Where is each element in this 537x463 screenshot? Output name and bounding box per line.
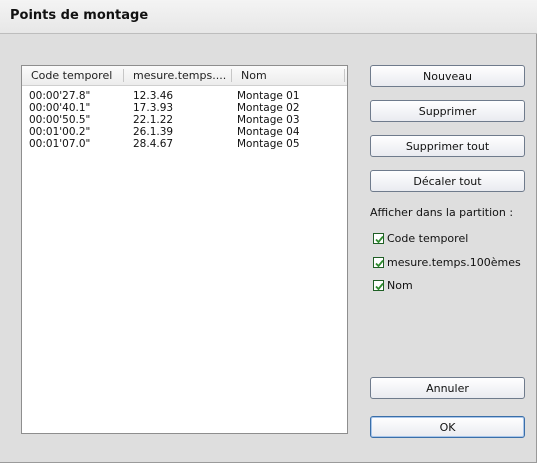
checkbox-box[interactable]: [373, 232, 384, 244]
checkmark-icon: [375, 235, 384, 243]
column-separator: [344, 69, 345, 82]
table-row[interactable]: 00:01'00.2" 26.1.39 Montage 04: [22, 126, 347, 138]
cell-mesure: 28.4.67: [133, 138, 174, 150]
cell-mesure: 22.1.22: [133, 114, 174, 126]
column-header-timecode[interactable]: Code temporel: [31, 69, 112, 82]
window-title: Points de montage: [10, 8, 149, 23]
cell-timecode: 00:00'40.1": [29, 102, 91, 114]
checkmark-icon: [375, 282, 384, 290]
cell-timecode: 00:01'00.2": [29, 126, 91, 138]
decaler-tout-button[interactable]: Décaler tout: [370, 170, 525, 192]
nouveau-button[interactable]: Nouveau: [370, 65, 525, 87]
supprimer-tout-button[interactable]: Supprimer tout: [370, 135, 525, 157]
table-row[interactable]: 00:00'40.1" 17.3.93 Montage 02: [22, 102, 347, 114]
checkmark-icon: [375, 259, 384, 267]
cell-timecode: 00:00'50.5": [29, 114, 91, 126]
cell-nom: Montage 05: [237, 138, 300, 150]
cell-mesure: 12.3.46: [133, 90, 174, 102]
ok-button[interactable]: OK: [370, 416, 525, 438]
table-row[interactable]: 00:00'50.5" 22.1.22 Montage 03: [22, 114, 347, 126]
cell-timecode: 00:00'27.8": [29, 90, 91, 102]
table-row[interactable]: 00:00'27.8" 12.3.46 Montage 01: [22, 90, 347, 102]
dialog-window: Points de montage Code temporel mesure.t…: [0, 0, 537, 463]
list-header: Code temporel mesure.temps.... Nom: [22, 66, 347, 86]
checkbox-box[interactable]: [373, 256, 384, 268]
cell-nom: Montage 01: [237, 90, 300, 102]
supprimer-button[interactable]: Supprimer: [370, 100, 525, 122]
cell-nom: Montage 03: [237, 114, 300, 126]
table-row[interactable]: 00:01'07.0" 28.4.67 Montage 05: [22, 138, 347, 150]
checkbox-box[interactable]: [373, 279, 384, 291]
column-separator[interactable]: [231, 69, 232, 82]
cell-mesure: 17.3.93: [133, 102, 174, 114]
checkbox-code-temporel[interactable]: Code temporel: [373, 231, 468, 245]
edit-points-list[interactable]: Code temporel mesure.temps.... Nom 00:00…: [21, 65, 348, 434]
checkbox-nom[interactable]: Nom: [373, 278, 413, 292]
column-header-mesure[interactable]: mesure.temps....: [133, 69, 226, 82]
checkbox-label: Code temporel: [387, 231, 469, 245]
cell-mesure: 26.1.39: [133, 126, 174, 138]
checkbox-label: mesure.temps.100èmes: [387, 255, 521, 269]
checkbox-label: Nom: [387, 278, 413, 292]
checkbox-mesure[interactable]: mesure.temps.100èmes: [373, 255, 521, 269]
cell-timecode: 00:01'07.0": [29, 138, 91, 150]
cell-nom: Montage 02: [237, 102, 300, 114]
annuler-button[interactable]: Annuler: [370, 377, 525, 399]
column-header-nom[interactable]: Nom: [241, 69, 267, 82]
title-bar[interactable]: Points de montage: [0, 0, 537, 34]
column-separator[interactable]: [123, 69, 124, 82]
cell-nom: Montage 04: [237, 126, 300, 138]
display-section-label: Afficher dans la partition :: [370, 206, 514, 219]
